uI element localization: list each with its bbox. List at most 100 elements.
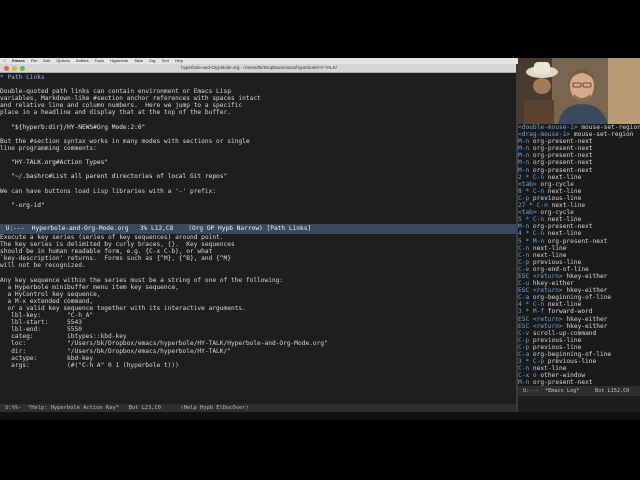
text-line (0, 81, 516, 88)
text-line: The key series is delimited by curly bra… (0, 241, 235, 249)
log-entry-command: previous-line (529, 336, 582, 344)
text-line (0, 369, 516, 376)
text-line (0, 376, 516, 383)
log-entry: C-n next-line (518, 252, 640, 259)
text-line: "-org-id" (0, 201, 45, 209)
log-entry-command: hkey-either (562, 287, 608, 295)
text-line (0, 180, 516, 187)
log-entry-command: org-present-next (529, 138, 593, 146)
log-entry-key: 3 * M-f (518, 308, 545, 316)
log-entry-command: previous-line (529, 343, 582, 351)
log-entry: M-n org-present-next (518, 379, 640, 386)
log-entry-command: mouse-set-region (570, 131, 634, 139)
text-line (0, 195, 516, 202)
log-entry-key: C-p (518, 194, 530, 202)
log-entry-key: M-n (518, 379, 530, 386)
text-line (0, 117, 516, 124)
window-title-bar[interactable]: hyperbole-and-Org-Mode.org - /Users/bk/D… (0, 64, 518, 73)
log-entry-key: 5 * M-n (518, 237, 545, 245)
log-entry-key: C-e (518, 265, 530, 273)
log-entry-command: forward-word (544, 308, 593, 316)
text-line (0, 152, 516, 159)
log-entry: 5 * C-n next-line (518, 216, 640, 223)
emacs-log-window[interactable]: <double-mouse-1> mouse-set-region <drag-m… (518, 124, 640, 386)
log-entry-command: org-present-next (529, 159, 593, 167)
log-entry-command: next-line (544, 173, 582, 181)
text-line: Any key sequence within the series must … (0, 276, 284, 284)
log-entry-key: 4 * C-n (518, 301, 545, 309)
text-line: dir: "/Users/bk/Dropbox/emacs/hyperbole/… (0, 347, 231, 355)
log-entry: ESC <return> hkey-either (518, 316, 640, 323)
log-entry: C-e org-end-of-line (518, 266, 640, 273)
mode-line-org[interactable]: U:--- Hyperbole-and-Org-Mode.org 3% L12,… (0, 224, 516, 234)
text-line: But the #section syntax works in many mo… (0, 137, 250, 145)
log-entry: C-n next-line (518, 365, 640, 372)
log-entry-key: C-n (518, 251, 530, 259)
log-entry-command: org-cycle (536, 209, 574, 217)
log-entry-command: mouse-set-region (577, 124, 640, 131)
log-entry-command: org-present-next (529, 223, 593, 231)
log-entry-key: ESC <return> (518, 315, 563, 323)
log-entry-key: C-u (518, 280, 530, 288)
presenter-video-icon (518, 58, 640, 124)
text-line: actype: kbd-key (0, 354, 94, 362)
log-entry-key: C-x o (518, 372, 537, 380)
log-entry-key: C-a (518, 351, 530, 358)
log-entry: 8 * C-n next-line (518, 188, 640, 195)
minibuffer[interactable] (0, 412, 640, 420)
text-line (0, 390, 516, 397)
log-entry-command: hkey-either (562, 272, 608, 280)
log-entry-key: M-n (518, 138, 530, 146)
log-entry-key: C-v (518, 329, 530, 337)
log-entry-key: ESC <return> (518, 322, 563, 330)
text-line: categ: ibtypes::kbd-key (0, 333, 127, 341)
text-line: lbl-start: 5543 (0, 319, 82, 327)
log-entry-command: next-line (544, 301, 582, 309)
help-window[interactable]: Execute a key series (series of key sequ… (0, 234, 516, 404)
log-entry: ESC <return> hkey-either (518, 323, 640, 330)
editor-window-org[interactable]: * Path Links Double-quoted path links can… (0, 74, 516, 224)
log-entry-key: <tab> (518, 180, 537, 188)
log-entry: 27 * C-n next-line (518, 202, 640, 209)
log-entry-key: 5 * C-n (518, 216, 545, 224)
log-entry-key: C-p (518, 336, 530, 344)
webcam-overlay (518, 58, 640, 124)
text-line: and relative line and column numbers. He… (0, 102, 243, 110)
window-title: hyperbole-and-Org-Mode.org - /Users/bk/D… (181, 65, 337, 70)
text-line: a Hyperbole minibuffer menu item key seq… (0, 283, 179, 291)
log-entry-key: C-n (518, 244, 530, 252)
text-line: Double-quoted path links can contain env… (0, 88, 231, 96)
text-line: variables, Markdown-like #section anchor… (0, 95, 261, 103)
log-entry: C-u hkey-either (518, 280, 640, 287)
text-line: place in a headline and display that at … (0, 109, 231, 117)
mode-line-emacs-log[interactable]: U:--- *Emacs Log* Bot L152,C0 (518, 386, 640, 396)
log-entry-key: <double-mouse-1> (518, 124, 578, 131)
text-line: `key-description' returns. Forms such as… (0, 255, 231, 263)
mode-line-emacs-log-text: U:--- *Emacs Log* Bot L152,C0 (520, 388, 630, 394)
text-line: a HyControl key sequence, (0, 290, 101, 298)
mode-line-org-text: U:--- Hyperbole-and-Org-Mode.org 3% L12,… (2, 225, 312, 232)
log-entry: 3 * M-f forward-word (518, 308, 640, 315)
log-entry-command: next-line (529, 365, 567, 373)
text-line (0, 131, 516, 138)
text-line: "~/.bashrc#List all parent directories o… (0, 173, 228, 181)
screen-capture:  Emacs File Edit Options Buffers Tools … (0, 58, 640, 420)
log-entry-command: org-end-of-line (529, 265, 589, 273)
log-entry-key: M-n (518, 159, 530, 167)
log-entry-key: M-n (518, 166, 530, 174)
log-entry-command: next-line (529, 251, 567, 259)
mode-line-help-text: U:%%- *Help: Hyperbole Action Key* Bot L… (2, 405, 249, 411)
log-entry: <tab> org-cycle (518, 209, 640, 216)
log-entry-command: previous-line (544, 358, 597, 366)
log-entry-key: 27 * C-n (518, 202, 548, 210)
text-line (0, 166, 516, 173)
log-entry: C-p previous-line (518, 344, 640, 351)
log-entry-command: org-present-next (544, 237, 608, 245)
log-entry-command: hkey-either (562, 315, 608, 323)
mode-line-help[interactable]: U:%%- *Help: Hyperbole Action Key* Bot L… (0, 404, 516, 412)
log-entry-key: C-p (518, 343, 530, 351)
log-entry: 2 * C-n next-line (518, 174, 640, 181)
text-line: * Path Links (0, 74, 45, 81)
log-entry: C-n next-line (518, 245, 640, 252)
text-line (0, 269, 516, 276)
